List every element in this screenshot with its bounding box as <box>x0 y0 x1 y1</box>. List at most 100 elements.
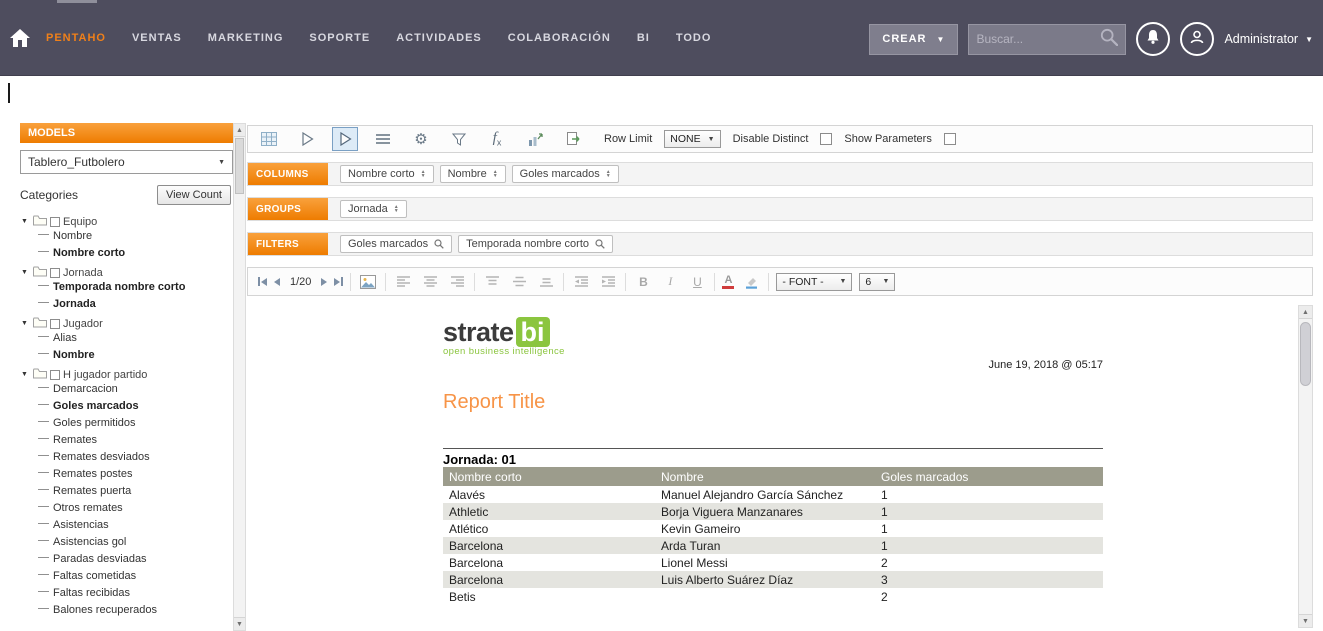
filter-search-icon[interactable] <box>595 239 605 249</box>
user-button[interactable] <box>1180 22 1214 56</box>
tree-field[interactable]: Paradas desviadas <box>21 553 231 570</box>
row-limit-select[interactable]: NONE ▼ <box>664 130 720 148</box>
collapse-caret-icon[interactable]: ▼ <box>21 269 30 276</box>
prev-page-icon[interactable] <box>274 278 280 286</box>
field-chip[interactable]: Temporada nombre corto <box>458 235 613 253</box>
tree-field[interactable]: Nombre corto <box>21 247 231 264</box>
export-icon[interactable] <box>560 127 586 151</box>
sort-icon[interactable]: ▲▼ <box>606 170 611 178</box>
table-view-icon[interactable] <box>256 127 282 151</box>
align-center-icon[interactable] <box>420 272 440 292</box>
nav-menu-item[interactable]: SOPORTE <box>309 32 370 44</box>
tree-field[interactable]: Alias <box>21 332 231 349</box>
highlight-icon[interactable] <box>741 272 761 292</box>
filter-search-icon[interactable] <box>434 239 444 249</box>
model-select[interactable]: Tablero_Futbolero ▼ <box>20 150 233 174</box>
folder-checkbox[interactable] <box>50 370 60 380</box>
tree-field[interactable]: Demarcacion <box>21 383 231 400</box>
nav-menu-item[interactable]: MARKETING <box>208 32 284 44</box>
tree-field[interactable]: Faltas cometidas <box>21 570 231 587</box>
font-select[interactable]: - FONT - ▼ <box>776 273 852 291</box>
auto-refresh-icon[interactable] <box>332 127 358 151</box>
sort-icon[interactable]: ▲▼ <box>493 170 498 178</box>
run-icon[interactable] <box>294 127 320 151</box>
scroll-down-icon[interactable]: ▼ <box>234 617 245 630</box>
font-color-button[interactable]: A <box>722 275 734 289</box>
field-chip[interactable]: Goles marcados <box>340 235 452 253</box>
outdent-icon[interactable] <box>571 272 591 292</box>
nav-menu-item[interactable]: BI <box>637 32 650 44</box>
collapse-caret-icon[interactable]: ▼ <box>21 218 30 225</box>
disable-distinct-checkbox[interactable] <box>820 133 832 145</box>
tree-folder[interactable]: ▼Jugador <box>21 315 231 332</box>
tree-field[interactable]: Remates postes <box>21 468 231 485</box>
valign-middle-icon[interactable] <box>509 272 529 292</box>
report-title[interactable]: Report Title <box>443 391 545 414</box>
report-scrollbar[interactable]: ▲ ▼ <box>1298 305 1313 628</box>
home-icon[interactable] <box>10 29 30 47</box>
notifications-button[interactable] <box>1136 22 1170 56</box>
collapse-caret-icon[interactable]: ▼ <box>21 371 30 378</box>
search-icon[interactable] <box>1100 28 1118 51</box>
field-chip[interactable]: Nombre corto▲▼ <box>340 165 434 183</box>
search-box[interactable] <box>968 24 1126 55</box>
group-header[interactable]: Jornada: 01 <box>443 452 1103 467</box>
underline-button[interactable]: U <box>687 272 707 292</box>
tree-field[interactable]: Asistencias <box>21 519 231 536</box>
last-page-icon[interactable] <box>334 277 343 286</box>
tree-folder[interactable]: ▼Equipo <box>21 213 231 230</box>
valign-bottom-icon[interactable] <box>536 272 556 292</box>
valign-top-icon[interactable] <box>482 272 502 292</box>
tree-field[interactable]: Faltas recibidas <box>21 587 231 604</box>
chart-icon[interactable] <box>522 127 548 151</box>
tree-field[interactable]: Remates desviados <box>21 451 231 468</box>
tree-field[interactable]: Asistencias gol <box>21 536 231 553</box>
folder-checkbox[interactable] <box>50 217 60 227</box>
tree-field[interactable]: Remates puerta <box>21 485 231 502</box>
next-page-icon[interactable] <box>321 278 327 286</box>
scrollbar-thumb[interactable] <box>235 138 244 194</box>
italic-button[interactable]: I <box>660 272 680 292</box>
folder-checkbox[interactable] <box>50 319 60 329</box>
formula-fx-icon[interactable]: fx <box>484 127 510 151</box>
sidebar-scrollbar[interactable]: ▲ ▼ <box>233 123 246 631</box>
bold-button[interactable]: B <box>633 272 653 292</box>
scroll-up-icon[interactable]: ▲ <box>234 124 245 137</box>
image-icon[interactable] <box>358 272 378 292</box>
first-page-icon[interactable] <box>258 277 267 286</box>
field-chip[interactable]: Nombre▲▼ <box>440 165 506 183</box>
field-chip[interactable]: Jornada▲▼ <box>340 200 407 218</box>
view-count-button[interactable]: View Count <box>157 185 231 205</box>
nav-menu-item[interactable]: VENTAS <box>132 32 182 44</box>
nav-menu-item[interactable]: COLABORACIÓN <box>508 32 611 44</box>
align-left-icon[interactable] <box>393 272 413 292</box>
sort-icon[interactable]: ▲▼ <box>394 205 399 213</box>
font-size-select[interactable]: 6 ▼ <box>859 273 895 291</box>
field-chip[interactable]: Goles marcados▲▼ <box>512 165 619 183</box>
nav-menu-item[interactable]: ACTIVIDADES <box>396 32 482 44</box>
search-input[interactable] <box>976 32 1100 46</box>
tree-field[interactable]: Otros remates <box>21 502 231 519</box>
indent-icon[interactable] <box>598 272 618 292</box>
tree-field[interactable]: Nombre <box>21 349 231 366</box>
show-parameters-checkbox[interactable] <box>944 133 956 145</box>
scroll-up-icon[interactable]: ▲ <box>1299 306 1312 319</box>
tree-folder[interactable]: ▼Jornada <box>21 264 231 281</box>
tree-field[interactable]: Nombre <box>21 230 231 247</box>
sort-icon[interactable]: ▲▼ <box>421 170 426 178</box>
folder-checkbox[interactable] <box>50 268 60 278</box>
tree-field[interactable]: Remates <box>21 434 231 451</box>
filter-funnel-icon[interactable] <box>446 127 472 151</box>
create-button[interactable]: CREAR ▼ <box>869 24 958 55</box>
scroll-down-icon[interactable]: ▼ <box>1299 614 1312 627</box>
user-menu[interactable]: Administrator ▼ <box>1224 32 1313 46</box>
list-view-icon[interactable] <box>370 127 396 151</box>
tree-field[interactable]: Temporada nombre corto <box>21 281 231 298</box>
gear-icon[interactable]: ⚙ <box>408 127 434 151</box>
tree-field[interactable]: Goles marcados <box>21 400 231 417</box>
align-right-icon[interactable] <box>447 272 467 292</box>
collapse-caret-icon[interactable]: ▼ <box>21 320 30 327</box>
tree-folder[interactable]: ▼H jugador partido <box>21 366 231 383</box>
tree-field[interactable]: Balones recuperados <box>21 604 231 621</box>
nav-menu-item[interactable]: PENTAHO <box>46 32 106 44</box>
